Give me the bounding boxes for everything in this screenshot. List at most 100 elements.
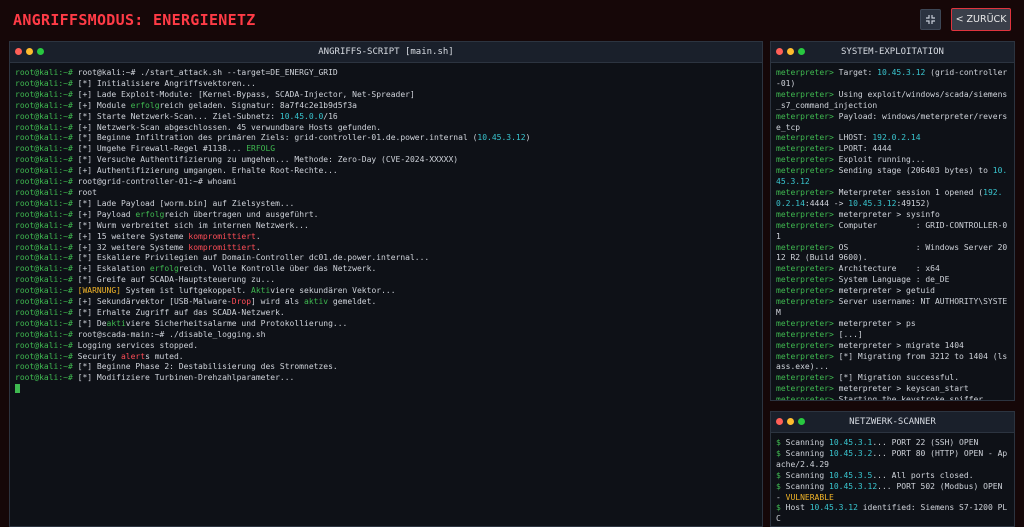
output-text: Scanning [785,438,829,447]
terminal-line: meterpreter> Payload: windows/meterprete… [776,112,1010,134]
terminal-line: meterpreter> Meterpreter session 1 opene… [776,188,1010,210]
prompt-text: meterpreter> [776,351,839,361]
output-text: [*] Beginne Infiltration des primären Zi… [77,133,478,143]
output-text: Sending stage (206403 bytes) to [838,166,993,176]
prompt-text: meterpreter> [776,220,839,230]
output-text: VULNERABLE [785,492,834,502]
terminal-line: meterpreter> [*] Migrating from 3212 to … [776,352,1010,374]
prompt-text: meterpreter> [776,111,839,121]
terminal-line: root@kali:~# [+] Module erfolgreich gela… [15,101,758,112]
collapse-toggle-button[interactable] [920,9,941,30]
prompt-text: root@kali:~# [15,318,78,328]
terminal-line: meterpreter> meterpreter > ps [776,319,1010,330]
terminal-line: $ Scanning 10.45.3.1... PORT 22 (SSH) OP… [776,438,1010,449]
prompt-text: root@kali:~# [15,275,78,285]
output-text: Exploit running... [838,155,926,165]
terminal-line: root@kali:~# [*] Modifiziere Turbinen-Dr… [15,373,758,384]
window-title: SYSTEM-EXPLOITATION [841,47,944,57]
output-text: [+] Module [77,100,131,110]
output-text: [*] De [77,318,107,328]
terminal-line: root@kali:~# [+] 15 weitere Systeme komp… [15,232,758,243]
output-text: LPORT: 4444 [838,144,892,154]
terminal-line: root@kali:~# [*] Greife auf SCADA-Haupts… [15,275,758,286]
output-text: [+] Eskalation [77,264,150,274]
terminal-line: meterpreter> LPORT: 4444 [776,144,1010,155]
output-text: ) [525,133,531,143]
output-text: erfolg [149,264,179,274]
prompt-text: meterpreter> [776,89,839,99]
terminal-output: meterpreter> Target: 10.45.3.12 (grid-co… [771,63,1014,400]
prompt-text: $ [776,448,786,458]
output-text: . [255,242,261,252]
terminal-line: root@kali:~# [*] Starte Netzwerk-Scan...… [15,112,758,123]
output-text: [WARNUNG] [77,286,121,296]
prompt-text: meterpreter> [776,187,839,197]
output-text: viere Sicherheitsalarme und Protokollier… [125,318,348,328]
terminal-line: root@kali:~# Logging services stopped. [15,341,758,352]
prompt-text: meterpreter> [776,329,839,339]
prompt-text: root@kali:~# [15,177,78,187]
terminal-line: meterpreter> Target: 10.45.3.12 (grid-co… [776,68,1010,90]
output-text: erfolg [135,209,165,219]
prompt-text: meterpreter> [776,155,839,165]
prompt-text: meterpreter> [776,318,839,328]
output-text: [+] Netzwerk-Scan abgeschlossen. 45 verw… [77,122,382,132]
prompt-text: root@kali:~# [15,340,78,350]
prompt-text: root@kali:~# [15,242,78,252]
back-button[interactable]: < ZURÜCK [951,8,1011,31]
output-text: akti [106,318,126,328]
prompt-text: meterpreter> [776,144,839,154]
output-text: [*] Eskaliere Privilegien auf Domain-Con… [77,253,430,263]
prompt-text: root@kali:~# [15,253,78,263]
output-text: meterpreter > ps [838,318,916,328]
terminal-line: root@kali:~# [WARNUNG] System ist luftge… [15,286,758,297]
prompt-text: $ [776,503,786,513]
terminal-line: meterpreter> meterpreter > migrate 1404 [776,341,1010,352]
output-text: Logging services stopped. [77,340,199,350]
output-text: [+] Payload [77,209,136,219]
terminal-line: root@kali:~# [+] Eskalation erfolgreich.… [15,264,758,275]
output-text: meterpreter > keyscan_start [838,384,969,394]
prompt-text: root@kali:~# [15,307,78,317]
terminal-line: meterpreter> Starting the keystroke snif… [776,395,1010,400]
output-text: [...] [838,329,863,339]
terminal-line: root@kali:~# [+] Payload erfolgreich übe… [15,210,758,221]
top-bar: ANGRIFFSMODUS: ENERGIENETZ < ZURÜCK [0,0,1024,40]
output-text: kompromittiert [188,231,256,241]
terminal-line: root@kali:~# [*] Deaktiviere Sicherheits… [15,319,758,330]
output-text: alert [120,351,146,361]
terminal-line: $ Scanning 10.45.3.12... PORT 502 (Modbu… [776,482,1010,504]
output-text: 10.45.3.12 [809,503,858,513]
terminal-line: meterpreter> Server username: NT AUTHORI… [776,297,1010,319]
output-text: meterpreter > sysinfo [838,209,940,219]
output-text: System Language : de_DE [838,275,950,285]
output-text: kompromittiert [188,242,256,252]
collapse-arrows-icon [926,15,935,24]
output-text: [+] 15 weitere Systeme [77,231,189,241]
output-text: [*] Erhalte Zugriff auf das SCADA-Netzwe… [77,307,285,317]
output-text: 10.45.3.12 [829,481,878,491]
terminal-line: root@kali:~# [*] Beginne Infiltration de… [15,133,758,144]
prompt-text: root@kali:~# [15,89,78,99]
output-text: s muted. [145,351,184,361]
attack-script-window: ANGRIFFS-SCRIPT [main.sh] root@kali:~# r… [9,41,763,527]
prompt-text: root@kali:~# [15,220,78,230]
prompt-text: meterpreter> [776,242,839,252]
output-text: [*] Wurm verbreitet sich im internen Net… [77,220,309,230]
prompt-text: root@kali:~# [15,362,78,372]
prompt-text: $ [776,438,786,447]
output-text: meterpreter > getuid [838,286,935,296]
terminal-line: root@kali:~# root@scada-main:~# ./disabl… [15,330,758,341]
output-text: 10.45.3.5 [829,470,873,480]
output-text: [*] Initialisiere Angriffsvektoren... [77,78,256,88]
system-exploitation-window: SYSTEM-EXPLOITATION meterpreter> Target:… [770,41,1015,401]
prompt-text: meterpreter> [776,384,839,394]
prompt-text: root@kali:~# [15,286,78,296]
output-text: ... PORT 22 (SSH) OPEN [872,438,979,447]
output-text: :4444 -> [804,198,849,208]
terminal-line: root@kali:~# root@kali:~# ./start_attack… [15,68,758,79]
output-text: Scanning [785,470,829,480]
prompt-text: meterpreter> [776,264,839,274]
page-title: ANGRIFFSMODUS: ENERGIENETZ [13,11,256,29]
prompt-text: meterpreter> [776,209,839,219]
